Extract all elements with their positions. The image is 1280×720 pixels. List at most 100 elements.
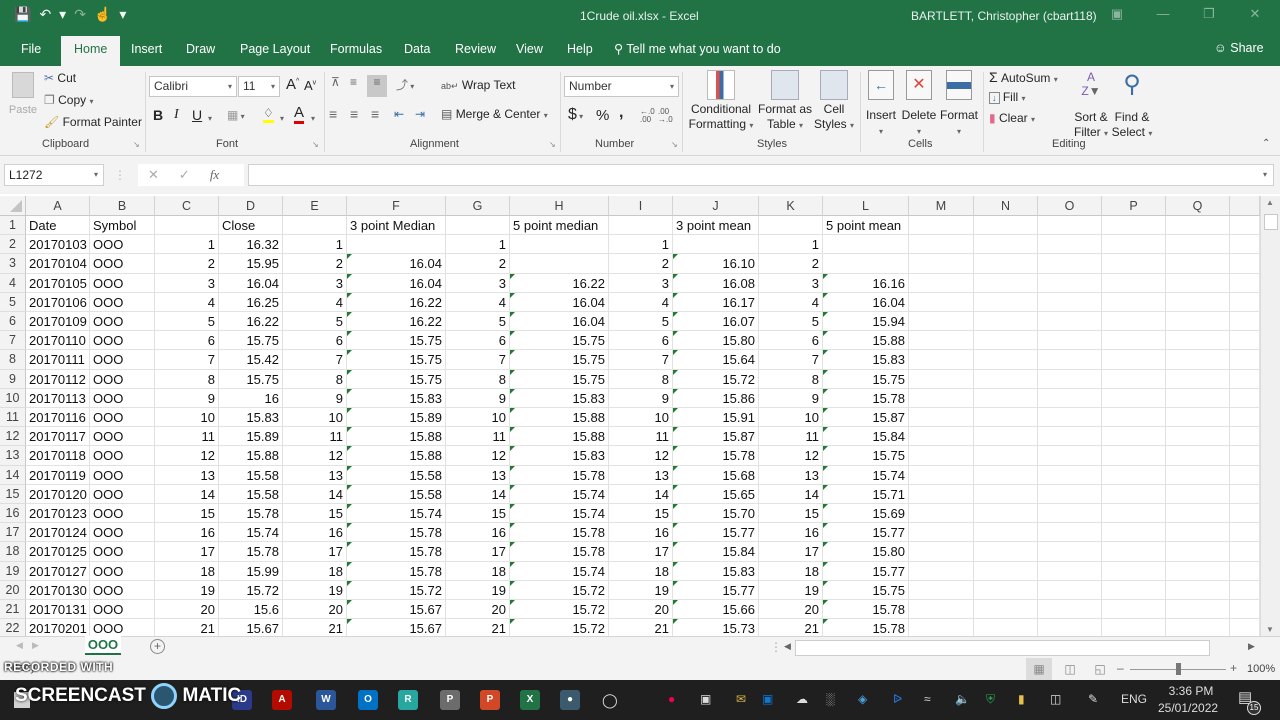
table-cell[interactable]: [974, 446, 1038, 466]
table-cell[interactable]: [1230, 350, 1260, 370]
clear-button[interactable]: ▮ Clear ▾: [989, 111, 1035, 125]
table-cell[interactable]: 15.88: [347, 427, 446, 447]
table-cell[interactable]: 19: [609, 580, 673, 600]
table-cell[interactable]: 12: [446, 446, 510, 466]
table-cell[interactable]: [1102, 523, 1166, 543]
restore-icon[interactable]: ❐: [1186, 6, 1232, 22]
table-cell[interactable]: [974, 331, 1038, 351]
table-cell[interactable]: OOO: [90, 619, 155, 636]
row-header[interactable]: 20: [0, 580, 26, 600]
table-cell[interactable]: 15.67: [347, 600, 446, 620]
table-cell[interactable]: [1166, 580, 1230, 600]
table-cell[interactable]: [1166, 619, 1230, 636]
header-cell[interactable]: Date: [26, 216, 90, 236]
zoom-in-icon[interactable]: +: [1230, 661, 1237, 675]
taskbar-excel-icon[interactable]: X: [520, 690, 540, 710]
onedrive-icon[interactable]: ☁: [796, 692, 808, 706]
table-cell[interactable]: 16: [446, 523, 510, 543]
insert-cells-button[interactable]: ← Insert ▾: [864, 70, 898, 139]
table-cell[interactable]: 7: [283, 350, 347, 370]
table-cell[interactable]: [974, 273, 1038, 293]
user-name[interactable]: BARTLETT, Christopher (cbart118): [911, 9, 1097, 23]
align-middle-icon[interactable]: ≡: [350, 75, 357, 89]
percent-button[interactable]: %: [596, 107, 609, 124]
table-cell[interactable]: [1102, 446, 1166, 466]
table-cell[interactable]: [974, 600, 1038, 620]
table-cell[interactable]: 15.77: [823, 523, 909, 543]
table-cell[interactable]: [909, 427, 974, 447]
vertical-scrollbar[interactable]: ▲ ▼: [1260, 196, 1280, 636]
table-cell[interactable]: 4: [446, 292, 510, 312]
table-cell[interactable]: 1: [609, 235, 673, 255]
table-cell[interactable]: OOO: [90, 235, 155, 255]
comma-button[interactable]: ,: [619, 104, 623, 122]
format-as-table-button[interactable]: Format as Table ▾: [756, 70, 814, 133]
column-header-m[interactable]: M: [909, 196, 974, 216]
table-cell[interactable]: 4: [609, 292, 673, 312]
decrease-decimal-icon[interactable]: .00 →.0: [658, 108, 673, 124]
table-cell[interactable]: 15.74: [510, 561, 609, 581]
table-cell[interactable]: [1102, 408, 1166, 428]
header-cell[interactable]: [609, 216, 673, 236]
number-launcher-icon[interactable]: ↘: [671, 140, 678, 149]
table-cell[interactable]: 20170111: [26, 350, 90, 370]
battery-icon[interactable]: ◫: [1050, 692, 1061, 706]
row-header[interactable]: 18: [0, 542, 26, 562]
table-cell[interactable]: [1038, 350, 1102, 370]
table-cell[interactable]: [974, 619, 1038, 636]
table-cell[interactable]: [510, 235, 609, 255]
table-cell[interactable]: 9: [609, 388, 673, 408]
table-cell[interactable]: [673, 235, 759, 255]
fill-color-icon[interactable]: ♢: [263, 106, 274, 123]
table-cell[interactable]: 16.17: [673, 292, 759, 312]
column-header-g[interactable]: G: [446, 196, 510, 216]
table-cell[interactable]: 15.88: [347, 446, 446, 466]
decrease-indent-icon[interactable]: ⇤: [394, 107, 404, 121]
table-cell[interactable]: OOO: [90, 388, 155, 408]
table-cell[interactable]: 10: [155, 408, 219, 428]
tell-me-search[interactable]: ⚲ Tell me what you want to do: [614, 41, 781, 56]
table-cell[interactable]: [909, 523, 974, 543]
table-cell[interactable]: 8: [609, 369, 673, 389]
table-cell[interactable]: 1: [283, 235, 347, 255]
underline-button[interactable]: U: [192, 107, 202, 123]
table-cell[interactable]: 11: [155, 427, 219, 447]
table-cell[interactable]: 19: [283, 580, 347, 600]
table-cell[interactable]: 15.87: [823, 408, 909, 428]
bold-button[interactable]: B: [153, 107, 163, 123]
table-cell[interactable]: 19: [155, 580, 219, 600]
table-cell[interactable]: [1230, 369, 1260, 389]
table-cell[interactable]: 15.80: [823, 542, 909, 562]
table-cell[interactable]: [1038, 292, 1102, 312]
table-cell[interactable]: 20170106: [26, 292, 90, 312]
spreadsheet-grid[interactable]: A B C D E F G H I J K L M N O P Q 1 Date Symbol Close 3 point…: [0, 196, 1260, 636]
table-cell[interactable]: OOO: [90, 273, 155, 293]
header-cell[interactable]: [155, 216, 219, 236]
row-header[interactable]: 19: [0, 561, 26, 581]
table-cell[interactable]: 15.72: [510, 580, 609, 600]
table-cell[interactable]: 16: [759, 523, 823, 543]
table-cell[interactable]: [1230, 484, 1260, 504]
table-cell[interactable]: [1230, 600, 1260, 620]
font-color-icon[interactable]: A: [294, 105, 305, 124]
zoom-out-icon[interactable]: –: [1117, 661, 1124, 675]
table-cell[interactable]: [1230, 542, 1260, 562]
table-cell[interactable]: [1166, 465, 1230, 485]
table-cell[interactable]: [1166, 561, 1230, 581]
find-select-button[interactable]: ⚲ Find & Select ▾: [1111, 70, 1153, 141]
table-cell[interactable]: [1230, 408, 1260, 428]
table-cell[interactable]: [1038, 273, 1102, 293]
table-cell[interactable]: [1038, 446, 1102, 466]
table-cell[interactable]: 7: [609, 350, 673, 370]
table-cell[interactable]: 6: [283, 331, 347, 351]
table-cell[interactable]: [1166, 427, 1230, 447]
zoom-level[interactable]: 100%: [1247, 663, 1275, 675]
wifi-icon[interactable]: ≈: [924, 692, 931, 706]
table-cell[interactable]: [1166, 254, 1230, 274]
table-cell[interactable]: 3: [446, 273, 510, 293]
alignment-launcher-icon[interactable]: ↘: [549, 140, 556, 149]
table-cell[interactable]: OOO: [90, 292, 155, 312]
insert-function-icon[interactable]: fx: [210, 167, 219, 183]
table-cell[interactable]: [1230, 273, 1260, 293]
table-cell[interactable]: [1230, 235, 1260, 255]
